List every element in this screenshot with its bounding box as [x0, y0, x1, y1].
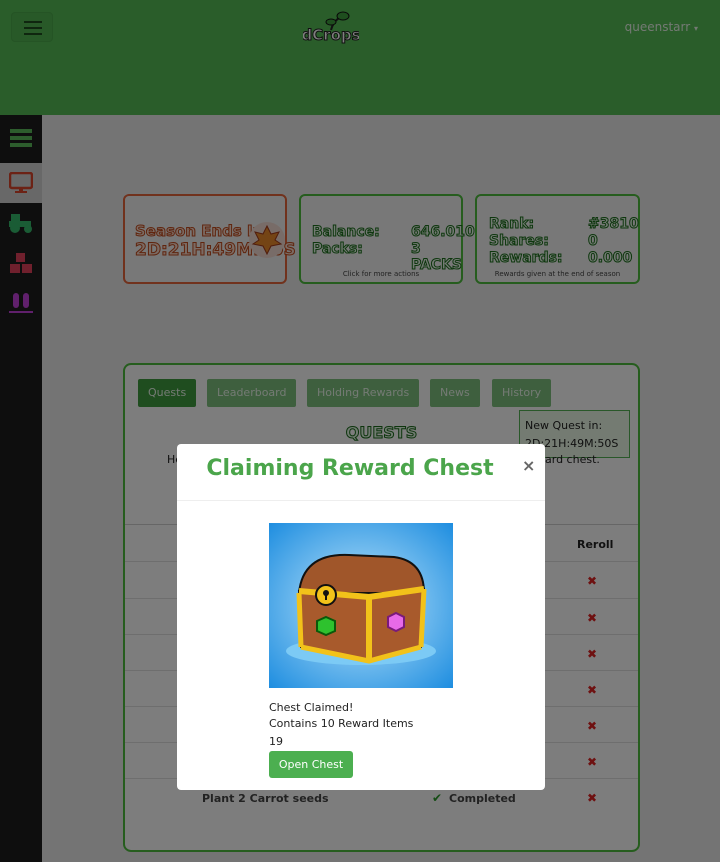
- chest-id: 19: [269, 735, 283, 748]
- modal-title: Claiming Reward Chest: [206, 456, 494, 481]
- divider: [177, 500, 545, 501]
- reward-count: Contains 10 Reward Items: [269, 717, 414, 730]
- claim-status: Chest Claimed!: [269, 701, 354, 714]
- open-chest-button[interactable]: Open Chest: [269, 751, 353, 778]
- close-icon[interactable]: ×: [522, 456, 535, 475]
- claim-chest-modal: Claiming Reward Chest × Chest Claimed! C…: [177, 444, 545, 790]
- treasure-chest-image: [269, 523, 453, 688]
